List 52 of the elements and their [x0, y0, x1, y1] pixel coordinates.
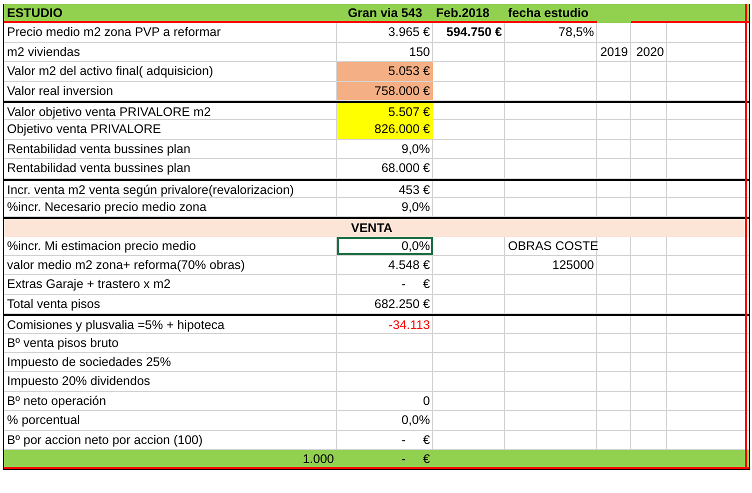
value-cell[interactable]: 826.000 € [337, 120, 433, 139]
row-label: Valor objetivo venta PRIVALORE m2 [6, 104, 212, 121]
footer-value: - € [400, 450, 431, 468]
row-label: %incr. Mi estimacion precio medio [6, 238, 197, 255]
value-cell[interactable]: 150 [337, 42, 433, 62]
value-cell[interactable]: 0,0% [337, 236, 433, 256]
column-header: fecha estudio [507, 5, 590, 22]
column-header: Feb.2018 [435, 5, 491, 22]
value-cell[interactable]: -34.113 [337, 316, 433, 334]
value-cell[interactable]: 0 [337, 392, 433, 410]
value-cell[interactable]: 453 € [337, 180, 433, 199]
row-label: Objetivo venta PRIVALORE [6, 121, 162, 138]
value-cell[interactable]: 4.548 € [337, 256, 433, 274]
value-cell[interactable]: 9,0% [337, 140, 433, 158]
value-cell[interactable]: - € [337, 430, 433, 449]
value-cell[interactable]: 68.000 € [337, 159, 433, 178]
table-cell-text: 78,5% [558, 24, 595, 42]
row-label: Impuesto de sociedades 25% [6, 354, 172, 372]
value-cell[interactable]: 758.000 € [337, 82, 433, 100]
row-label: Bº neto operación [6, 392, 108, 410]
table-cell-text: 2020 [635, 44, 665, 61]
row-label: Valor real inversion [6, 82, 114, 100]
value-cell[interactable]: - € [337, 275, 433, 294]
row-label: Rentabilidad venta bussines plan [6, 140, 192, 158]
row-label: Total venta pisos [6, 296, 102, 313]
row-label: Valor m2 del activo final( adquisicion) [6, 63, 214, 80]
section-title: VENTA [350, 220, 394, 238]
row-label: Bº por accion neto por accion (100) [6, 432, 204, 449]
value-cell[interactable]: 3.965 € [337, 23, 433, 42]
table-cell-text: 125000 [551, 257, 595, 274]
table-cell-text: OBRAS COSTE [507, 238, 597, 255]
row-label: Comisiones y plusvalia =5% + hipoteca [6, 317, 226, 334]
value-cell[interactable]: 0,0% [337, 411, 433, 430]
table-cell-text: 2019 [599, 44, 629, 61]
row-label: valor medio m2 zona+ reforma(70% obras) [6, 257, 246, 274]
row-label: Precio medio m2 zona PVP a reformar [6, 24, 222, 42]
row-label: Extras Garaje + trastero x m2 [6, 276, 172, 294]
row-label: m2 viviendas [6, 44, 81, 61]
row-label: Incr. venta m2 venta según privalore(revalorizacion) [6, 182, 295, 199]
row-label: % porcentual [6, 412, 81, 430]
row-label: Bº venta pisos bruto [6, 334, 120, 352]
table-cell-text: 594.750 € [445, 24, 503, 42]
column-header: Gran via 543 [346, 5, 424, 22]
value-cell[interactable]: 682.250 € [337, 294, 433, 314]
column-header: ESTUDIO [6, 5, 64, 22]
row-label: Rentabilidad venta bussines plan [6, 160, 192, 178]
value-cell[interactable]: 9,0% [337, 198, 433, 216]
row-label: Impuesto 20% dividendos [6, 373, 152, 390]
row-label: %incr. Necesario precio medio zona [6, 198, 208, 216]
value-cell[interactable]: 5.053 € [337, 62, 433, 81]
footer-value: 1.000 [302, 450, 335, 468]
value-cell[interactable]: 5.507 € [337, 102, 433, 121]
